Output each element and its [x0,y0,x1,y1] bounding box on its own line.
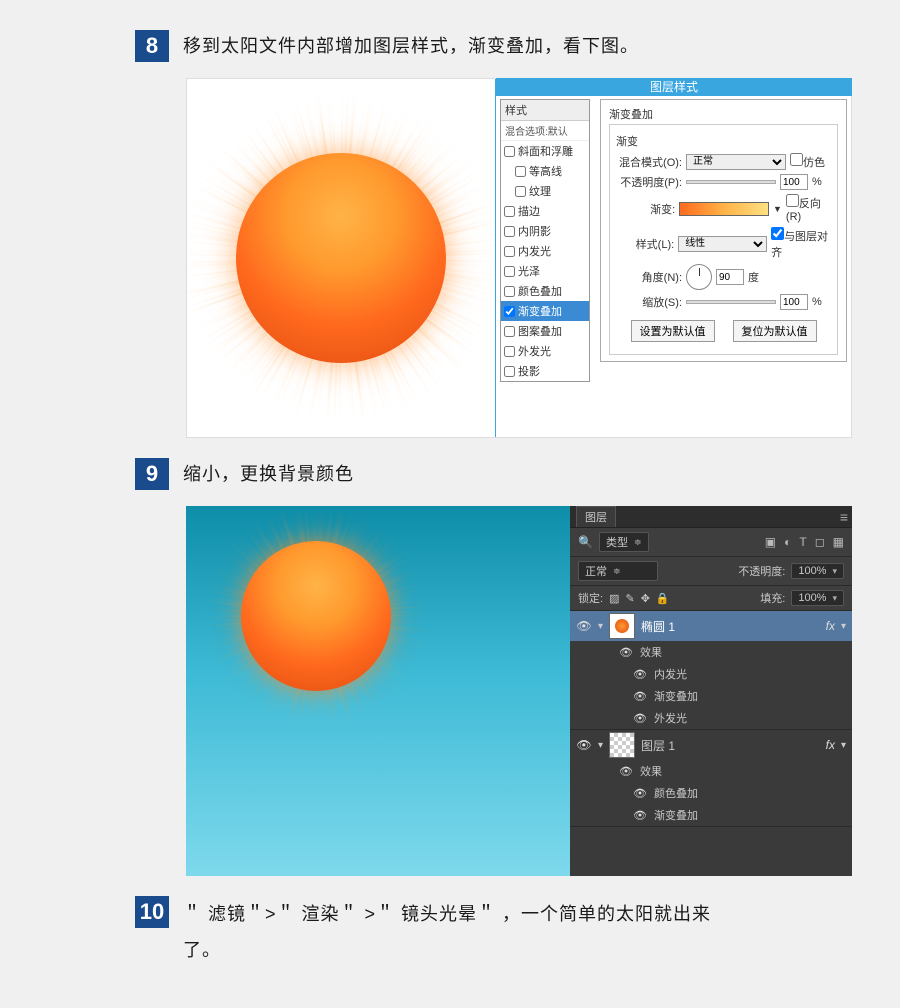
blend-defaults[interactable]: 混合选项:默认 [501,121,589,141]
blend-mode-select[interactable]: 正常 [686,154,786,170]
layer-name: 椭圆 1 [641,618,675,635]
effect-渐变叠加[interactable]: 👁渐变叠加 [618,685,852,707]
layer-图层 1[interactable]: 👁 ▾ 图层 1 fx ▾ 👁效果👁颜色叠加👁渐变叠加 [570,730,852,827]
layers-opacity-value[interactable]: 100%▾ [791,563,844,579]
lock-pixels-icon[interactable]: ✎ [625,592,634,605]
filter-shape-icon[interactable]: ◻ [815,535,825,549]
style-item-光泽[interactable]: 光泽 [501,261,589,281]
style-item-等高线[interactable]: 等高线 [501,161,589,181]
filter-smart-icon[interactable]: ▦ [833,535,844,549]
effect-渐变叠加[interactable]: 👁渐变叠加 [618,804,852,826]
sun-preview-white [187,79,495,437]
pct2: % [812,296,822,308]
fx-label[interactable]: fx [826,738,835,752]
sun-preview-blue [186,506,570,876]
angle-label: 角度(N): [616,269,682,285]
step-8-figure: 图层样式 样式 混合选项:默认 斜面和浮雕等高线纹理描边内阴影内发光光泽颜色叠加… [186,78,852,438]
dither-checkbox[interactable]: 仿色 [790,153,825,170]
step-9-figure: 图层 ≡ 🔍 类型≑ ▣ ◐ T ◻ ▦ 正常≑ 不透明度: 100%▾ [186,506,852,876]
effect-外发光[interactable]: 👁外发光 [618,707,852,729]
fx-expand-icon[interactable]: ▾ [841,621,846,632]
filter-pixel-icon[interactable]: ▣ [765,535,776,549]
gradient-overlay-title: 渐变叠加 [609,106,838,122]
fx-expand-icon[interactable]: ▾ [841,740,846,751]
gradient-label: 渐变: [616,201,675,217]
reset-default-button[interactable]: 复位为默认值 [733,320,817,342]
step-9-heading: 9 缩小，更换背景颜色 [0,458,900,500]
style-label: 样式(L): [616,236,674,252]
align-layer-checkbox[interactable]: 与图层对齐 [771,227,831,260]
step-number-9: 9 [135,458,169,490]
effect-内发光[interactable]: 👁内发光 [618,663,852,685]
scale-label: 缩放(S): [616,294,682,310]
gradient-overlay-options: 渐变叠加 渐变 混合模式(O): 正常 仿色 不透明度(P): % [600,99,847,362]
pct: % [812,176,822,188]
lock-all-icon[interactable]: 🔒 [656,592,670,605]
step-number-10: 10 [135,896,169,928]
filter-adjust-icon[interactable]: ◐ [784,535,791,549]
panel-menu-icon[interactable]: ≡ [840,509,848,525]
style-item-颜色叠加[interactable]: 颜色叠加 [501,281,589,301]
fx-label[interactable]: fx [826,619,835,633]
scale-slider[interactable] [686,300,776,304]
expand-icon[interactable]: ▾ [598,621,603,632]
layers-opacity-label: 不透明度: [738,563,785,579]
step-10-heading: 10 ＂ 滤镜＂>＂ 渲染＂ >＂ 镜头光晕＂ ，一个简单的太阳就出来了。 [0,896,900,978]
filter-type-icon[interactable]: T [799,535,806,549]
styles-list: 样式 混合选项:默认 斜面和浮雕等高线纹理描边内阴影内发光光泽颜色叠加渐变叠加图… [500,99,590,382]
step-10-text: ＂ 滤镜＂>＂ 渲染＂ >＂ 镜头光晕＂ ，一个简单的太阳就出来了。 [183,896,743,968]
blend-mode-dropdown[interactable]: 正常≑ [578,561,658,581]
dialog-title: 图层样式 [496,78,852,96]
layer-style-dialog: 图层样式 样式 混合选项:默认 斜面和浮雕等高线纹理描边内阴影内发光光泽颜色叠加… [495,79,851,437]
opacity-slider[interactable] [686,180,776,184]
layer-椭圆 1[interactable]: 👁 ▾ 椭圆 1 fx ▾ 👁效果👁内发光👁渐变叠加👁外发光 [570,611,852,730]
style-item-纹理[interactable]: 纹理 [501,181,589,201]
expand-icon[interactable]: ▾ [598,740,603,751]
opacity-value[interactable] [780,174,808,190]
style-item-描边[interactable]: 描边 [501,201,589,221]
blend-mode-label: 混合模式(O): [616,154,682,170]
style-item-图案叠加[interactable]: 图案叠加 [501,321,589,341]
style-item-渐变叠加[interactable]: 渐变叠加 [501,301,589,321]
style-item-内阴影[interactable]: 内阴影 [501,221,589,241]
angle-dial[interactable] [686,264,712,290]
layers-panel: 图层 ≡ 🔍 类型≑ ▣ ◐ T ◻ ▦ 正常≑ 不透明度: 100%▾ [570,506,852,876]
style-item-斜面和浮雕[interactable]: 斜面和浮雕 [501,141,589,161]
layer-name: 图层 1 [641,737,675,754]
style-item-投影[interactable]: 投影 [501,361,589,381]
scale-value[interactable] [780,294,808,310]
lock-label: 锁定: [578,590,603,606]
step-9-text: 缩小，更换背景颜色 [183,458,354,490]
effects-row: 👁效果 [618,760,852,782]
layers-tab[interactable]: 图层 [576,506,616,527]
step-8-heading: 8 移到太阳文件内部增加图层样式，渐变叠加，看下图。 [0,30,900,72]
fill-label: 填充: [760,590,785,606]
set-default-button[interactable]: 设置为默认值 [631,320,715,342]
sun-graphic-small [241,541,391,691]
step-number-8: 8 [135,30,169,62]
layer-thumb [609,613,635,639]
lock-position-icon[interactable]: ✥ [641,592,650,605]
gradient-subsection: 渐变 [616,133,831,149]
visibility-icon[interactable]: 👁 [576,619,592,633]
lock-transparency-icon[interactable]: ▨ [609,592,619,605]
step-8-text: 移到太阳文件内部增加图层样式，渐变叠加，看下图。 [183,30,639,62]
effects-row: 👁效果 [618,641,852,663]
gradient-swatch[interactable] [679,202,769,216]
angle-unit: 度 [748,269,759,285]
layer-thumb [609,732,635,758]
angle-value[interactable] [716,269,744,285]
filter-dropdown[interactable]: 类型≑ [599,532,649,552]
style-select[interactable]: 线性 [678,236,767,252]
style-item-外发光[interactable]: 外发光 [501,341,589,361]
fill-value[interactable]: 100%▾ [791,590,844,606]
reverse-checkbox[interactable]: 反向(R) [786,194,831,223]
style-item-内发光[interactable]: 内发光 [501,241,589,261]
sun-graphic [236,153,446,363]
effect-颜色叠加[interactable]: 👁颜色叠加 [618,782,852,804]
opacity-label: 不透明度(P): [616,174,682,190]
visibility-icon[interactable]: 👁 [576,738,592,752]
styles-header: 样式 [501,100,589,121]
